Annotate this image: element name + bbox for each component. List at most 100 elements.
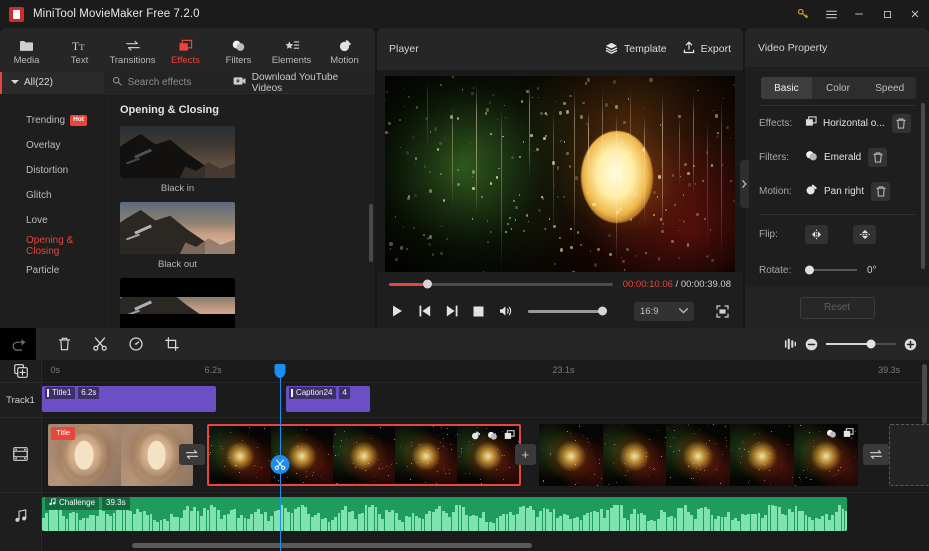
track-header-track1[interactable]: Track1	[0, 382, 41, 417]
track-header-video[interactable]	[0, 417, 41, 492]
effects-icon	[178, 35, 193, 52]
svg-text:T: T	[79, 41, 85, 51]
clip-dropzone[interactable]	[889, 424, 929, 486]
effects-scrollbar[interactable]	[369, 204, 373, 262]
timeline-vertical-scrollbar[interactable]	[922, 364, 927, 424]
flip-horizontal-icon[interactable]	[805, 224, 828, 244]
effect-thumbnail[interactable]	[120, 278, 235, 328]
fullscreen-button[interactable]	[713, 302, 731, 320]
video-clip-2-selected[interactable]	[206, 424, 521, 486]
motion-icon[interactable]	[471, 430, 481, 440]
text-clip-caption24[interactable]: Caption24 4	[285, 386, 371, 412]
effect-item-horizontal-close[interactable]: Horizontal close	[120, 278, 235, 328]
seek-bar[interactable]	[389, 279, 613, 289]
delete-filter-button[interactable]	[868, 147, 888, 167]
tab-speed[interactable]: Speed	[864, 77, 916, 99]
rotate-handle[interactable]	[805, 265, 814, 275]
property-scrollbar[interactable]	[921, 103, 925, 270]
category-trending[interactable]: Trending Hot	[0, 108, 107, 133]
category-distortion[interactable]: Distortion	[0, 158, 107, 183]
close-icon[interactable]	[901, 0, 929, 28]
category-overlay[interactable]: Overlay	[0, 133, 107, 158]
timeline-zoom-slider[interactable]	[826, 339, 896, 349]
effects-icon[interactable]	[843, 428, 854, 438]
track-header-audio[interactable]	[0, 492, 41, 542]
toolbar-item-elements[interactable]: Elements	[265, 35, 318, 66]
rotate-slider[interactable]	[805, 265, 857, 275]
delete-motion-button[interactable]	[871, 181, 891, 201]
collapse-property-panel-button[interactable]	[740, 160, 749, 208]
transition-button-2[interactable]	[863, 444, 890, 465]
next-frame-button[interactable]	[443, 303, 460, 320]
timeline-zoom-handle[interactable]	[866, 339, 876, 349]
add-media-placeholder[interactable]: +	[514, 444, 536, 465]
effect-item-black-in[interactable]: Black in	[120, 126, 235, 194]
player-title: Player	[389, 43, 419, 55]
effects-icon[interactable]	[504, 430, 515, 440]
tab-basic[interactable]: Basic	[760, 77, 813, 100]
category-opening-closing[interactable]: Opening & Closing	[0, 233, 107, 258]
search-input[interactable]: Search effects	[104, 76, 233, 89]
fit-timeline-icon[interactable]	[784, 338, 797, 351]
crop-button[interactable]	[154, 328, 190, 360]
current-time: 00:00:10.06	[622, 278, 673, 290]
video-clip-3[interactable]	[538, 424, 859, 486]
tab-color[interactable]: Color	[812, 77, 864, 99]
preview-video[interactable]	[385, 76, 735, 272]
video-clip-1[interactable]: Title	[48, 424, 193, 486]
seek-handle[interactable]	[423, 279, 433, 289]
delete-button[interactable]	[46, 328, 82, 360]
flip-vertical-icon[interactable]	[853, 224, 876, 244]
toolbar-item-media[interactable]: Media	[0, 35, 53, 66]
volume-slider[interactable]	[528, 306, 607, 316]
stop-button[interactable]	[470, 303, 487, 320]
key-icon[interactable]	[789, 0, 817, 28]
menu-icon[interactable]	[817, 0, 845, 28]
volume-handle[interactable]	[598, 306, 607, 316]
download-youtube-button[interactable]: Download YouTube Videos	[233, 72, 375, 94]
export-button[interactable]: Export	[683, 41, 731, 57]
category-glitch[interactable]: Glitch	[0, 183, 107, 208]
ruler-tick: 6.2s	[204, 365, 222, 375]
toolbar-item-filters[interactable]: Filters	[212, 35, 265, 66]
toolbar-item-transitions[interactable]: Transitions	[106, 35, 159, 66]
aspect-ratio-select[interactable]: 16:9	[634, 301, 694, 321]
timeline-horizontal-scrollbar[interactable]	[132, 543, 532, 548]
zoom-in-icon[interactable]	[904, 338, 917, 351]
playhead-handle[interactable]	[274, 364, 286, 378]
effect-item-black-out[interactable]: Black out	[120, 202, 235, 270]
transition-button-1[interactable]	[179, 444, 206, 465]
filters-icon[interactable]	[826, 429, 837, 438]
add-track-icon[interactable]	[0, 360, 41, 382]
category-particle[interactable]: Particle	[0, 258, 107, 283]
volume-button[interactable]	[497, 303, 514, 320]
toolbar-item-effects[interactable]: Effects	[159, 35, 212, 66]
toolbar-item-motion[interactable]: Motion	[318, 35, 371, 66]
property-title: Video Property	[758, 41, 828, 54]
property-label-motion: Motion:	[759, 185, 792, 197]
split-button[interactable]	[82, 328, 118, 360]
text-clip-title1[interactable]: Title1 6.2s	[42, 386, 216, 412]
clip-name-badge: Challenge	[45, 497, 100, 511]
filters-icon[interactable]	[487, 431, 498, 440]
effect-thumbnail[interactable]	[120, 126, 235, 178]
previous-frame-button[interactable]	[416, 303, 433, 320]
timeline-text-lane: Title1 6.2s Caption24 4	[42, 382, 929, 417]
maximize-icon[interactable]	[873, 0, 901, 28]
template-button[interactable]: Template	[605, 42, 667, 57]
category-love[interactable]: Love	[0, 208, 107, 233]
redo-button[interactable]	[0, 328, 36, 360]
effect-thumbnail[interactable]	[120, 202, 235, 254]
delete-effect-button[interactable]	[891, 113, 911, 133]
reset-button[interactable]: Reset	[799, 296, 875, 319]
play-button[interactable]	[389, 303, 406, 320]
library-all-dropdown[interactable]: All(22)	[0, 71, 104, 94]
minimize-icon[interactable]	[845, 0, 873, 28]
speed-button[interactable]	[118, 328, 154, 360]
zoom-out-icon[interactable]	[805, 338, 818, 351]
toolbar-item-text[interactable]: TT Text	[53, 35, 106, 65]
timeline-ruler[interactable]: 0s 6.2s 23.1s 39.3s	[42, 360, 929, 382]
download-video-icon	[233, 76, 246, 89]
scissors-icon[interactable]	[270, 455, 290, 474]
audio-clip-challenge[interactable]: Challenge 39.3s	[42, 497, 847, 531]
